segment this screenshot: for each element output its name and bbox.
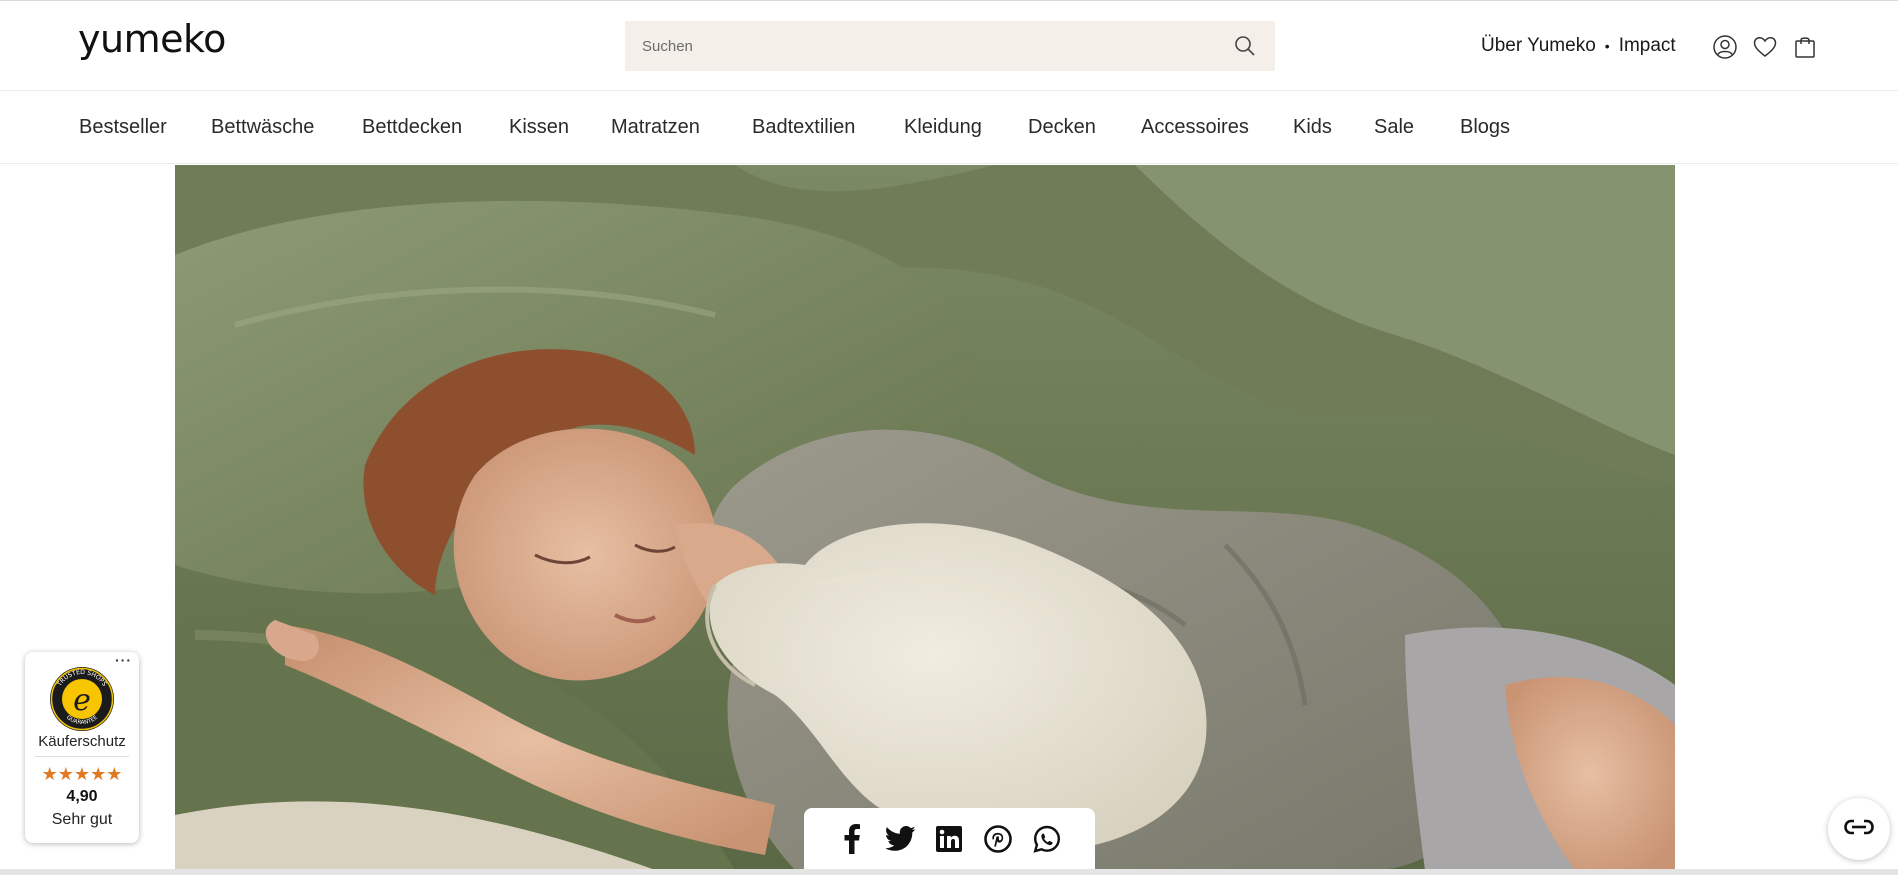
shopping-bag-icon[interactable] — [1792, 34, 1818, 60]
nav-item-bestseller[interactable]: Bestseller — [79, 116, 167, 139]
facebook-icon[interactable] — [837, 824, 867, 854]
rating-grade: Sehr gut — [51, 811, 113, 828]
twitter-icon[interactable] — [885, 824, 916, 854]
rating-score: 4,90 — [66, 788, 98, 805]
site-header: yumeko Über Yumeko • Impact — [0, 1, 1898, 91]
about-yumeko-link[interactable]: Über Yumeko — [1481, 35, 1596, 57]
chat-widget-button[interactable] — [1828, 798, 1890, 860]
nav-item-matratzen[interactable]: Matratzen — [611, 116, 700, 139]
wishlist-heart-icon[interactable] — [1752, 34, 1778, 60]
account-icon[interactable] — [1712, 34, 1738, 60]
yumeko-logo[interactable]: yumeko — [78, 17, 226, 61]
nav-item-badtextilien[interactable]: Badtextilien — [752, 116, 855, 139]
nav-item-kleidung[interactable]: Kleidung — [904, 116, 982, 139]
nav-item-blogs[interactable]: Blogs — [1460, 116, 1510, 139]
hero-image — [175, 165, 1675, 870]
header-links: Über Yumeko • Impact — [1481, 35, 1676, 57]
nav-item-sale[interactable]: Sale — [1374, 116, 1414, 139]
social-share-bar — [804, 808, 1095, 870]
impact-link[interactable]: Impact — [1619, 35, 1676, 57]
nav-item-accessoires[interactable]: Accessoires — [1141, 116, 1249, 139]
trusted-shops-badge[interactable]: ··· e TRUSTED SHOPS GUARANTEE Käuferschu… — [25, 652, 139, 843]
pinterest-icon[interactable] — [983, 824, 1013, 854]
svg-text:e: e — [73, 683, 91, 718]
search-input[interactable] — [625, 21, 1225, 71]
search-bar — [625, 21, 1275, 71]
more-options-icon[interactable]: ··· — [115, 652, 132, 668]
badge-divider — [35, 756, 129, 757]
trusted-shops-seal-icon: e TRUSTED SHOPS GUARANTEE — [49, 666, 115, 732]
nav-item-kissen[interactable]: Kissen — [509, 116, 569, 139]
link-separator: • — [1604, 38, 1610, 54]
nav-item-bettdecken[interactable]: Bettdecken — [362, 116, 462, 139]
linkedin-icon[interactable] — [934, 824, 964, 854]
buyer-protection-label: Käuferschutz — [38, 733, 126, 750]
whatsapp-icon[interactable] — [1032, 824, 1062, 854]
bottom-scroll-edge — [0, 869, 1898, 875]
search-icon[interactable] — [1233, 34, 1257, 58]
main-navigation: Bestseller Bettwäsche Bettdecken Kissen … — [0, 92, 1898, 164]
nav-item-bettwaesche[interactable]: Bettwäsche — [211, 116, 314, 139]
nav-item-kids[interactable]: Kids — [1293, 116, 1332, 139]
chat-infinity-icon — [1843, 818, 1875, 841]
nav-item-decken[interactable]: Decken — [1028, 116, 1096, 139]
rating-stars: ★★★★★ — [41, 764, 123, 784]
